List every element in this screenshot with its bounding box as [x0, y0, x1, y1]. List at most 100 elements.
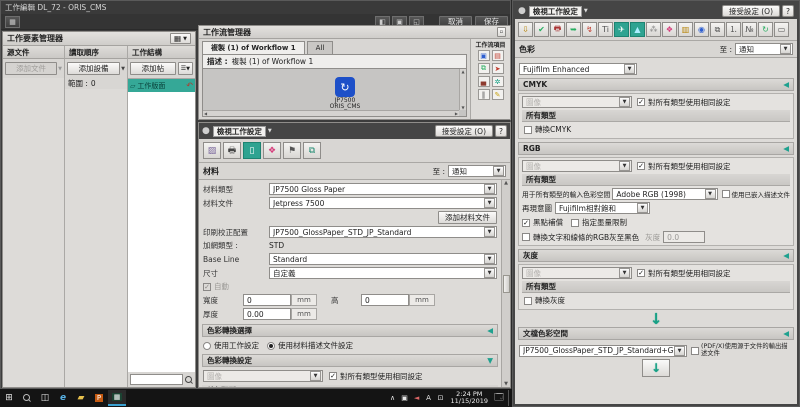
to-dropdown[interactable]: 通知▼	[735, 43, 793, 55]
refresh-icon[interactable]: ↻	[758, 22, 773, 37]
print-page-icon[interactable]: 🖶	[550, 22, 565, 37]
flag-icon[interactable]: ⚑	[283, 142, 301, 159]
material-form-scrollbar[interactable]: ▲▼	[501, 180, 510, 387]
network-icon[interactable]: ▣	[399, 390, 411, 406]
ime-mode-icon[interactable]: ⊡	[435, 390, 447, 406]
use-material-profile-radio[interactable]	[267, 342, 275, 350]
gray-same-for-all-checkbox[interactable]	[637, 269, 645, 277]
job-elements-view-button[interactable]: ▦▼	[170, 33, 191, 44]
structure-view-button[interactable]: ☰▼	[178, 62, 193, 75]
search-icon[interactable]	[185, 376, 193, 384]
gray-threshold-input[interactable]: 0.0	[663, 231, 705, 243]
gray-to-black-checkbox[interactable]	[522, 233, 530, 241]
numbering-icon[interactable]: №	[742, 22, 757, 37]
collapse-left-icon[interactable]: ◀	[783, 329, 789, 338]
material-type-dropdown[interactable]: JP7500 Gloss Paper▼	[269, 183, 497, 195]
chevron-down-icon[interactable]: ▼	[121, 66, 125, 72]
canvas-hscrollbar[interactable]: ◀▶	[203, 110, 459, 116]
inspector-title-badge[interactable]: 檢視工作設定	[213, 126, 266, 137]
add-device-button[interactable]: 添加設備	[67, 62, 120, 75]
convert-gray-checkbox[interactable]	[524, 297, 532, 305]
convert-cmyk-checkbox[interactable]	[524, 126, 532, 134]
show-desktop-button[interactable]	[508, 390, 512, 406]
to-dropdown[interactable]: 通知▼	[448, 165, 506, 177]
apply-down-button[interactable]: ↓	[642, 359, 670, 377]
input-space-dropdown[interactable]: Adobe RGB (1998)▼	[612, 188, 717, 200]
import-icon[interactable]: ⇩	[518, 22, 533, 37]
taskbar-clock[interactable]: 2:24 PM 11/15/2019	[451, 391, 488, 405]
page-red-icon[interactable]: ▤	[492, 50, 504, 61]
thickness-input[interactable]: 0.00	[243, 308, 291, 320]
page-icon[interactable]: ▯	[243, 142, 261, 159]
powerpoint-icon[interactable]: P	[90, 390, 108, 406]
embedded-profile-checkbox[interactable]	[722, 190, 730, 198]
collapse-left-icon[interactable]: ◀	[783, 144, 789, 153]
structure-search-input[interactable]	[130, 374, 183, 385]
curves-icon[interactable]: ↯	[582, 22, 597, 37]
pdfx-checkbox[interactable]	[691, 347, 699, 355]
task-view-icon[interactable]: ◫	[36, 390, 54, 406]
taskbar-search-icon[interactable]	[18, 390, 36, 406]
accept-settings-button[interactable]: 接受設定 (O)	[722, 5, 780, 17]
help-button[interactable]: ?	[495, 125, 507, 137]
color-node-icon[interactable]: ⁂	[646, 22, 661, 37]
workflow-tab-all[interactable]: All	[307, 41, 334, 54]
use-job-settings-radio[interactable]	[203, 342, 211, 350]
material-file-dropdown[interactable]: Jetpress 7500▼	[269, 197, 497, 209]
rgb-type-dropdown[interactable]: 圖像▼	[522, 160, 632, 172]
same-for-all-checkbox[interactable]	[329, 372, 337, 380]
collapse-left-icon[interactable]: ◀	[783, 251, 789, 260]
ime-lang-icon[interactable]: A	[423, 390, 435, 406]
chevron-down-icon[interactable]: ▼	[584, 8, 588, 14]
accept-settings-button[interactable]: 接受設定 (O)	[435, 125, 493, 137]
auto-checkbox[interactable]	[203, 283, 211, 291]
fonts-icon[interactable]: Ti	[598, 22, 613, 37]
printer-icon[interactable]: 🖶	[223, 142, 241, 159]
chevron-down-icon[interactable]: ▼	[268, 128, 272, 134]
pages-green-icon[interactable]: ⧉	[478, 63, 490, 74]
workflow-tab-active[interactable]: 複製 (1) of Workflow 1	[202, 41, 305, 54]
black-point-checkbox[interactable]	[522, 219, 530, 227]
ink-limit-checkbox[interactable]	[571, 219, 579, 227]
workflow-canvas[interactable]: ↻ JP7500 ORIS_CMS ▲▼ ◀▶	[202, 68, 467, 117]
add-signature-button[interactable]: 添加帖	[130, 62, 176, 75]
collapse-left-icon[interactable]: ◀	[487, 326, 493, 335]
collapse-left-icon[interactable]: ◀	[783, 80, 789, 89]
gamut-icon[interactable]: ▲	[630, 22, 645, 37]
add-file-button[interactable]: 添加文件	[5, 62, 57, 75]
rgb-same-for-all-checkbox[interactable]	[637, 162, 645, 170]
intent-dropdown[interactable]: Fujifilm相對飽和▼	[555, 202, 650, 214]
width-input[interactable]: 0	[243, 294, 291, 306]
start-button[interactable]: ⊞	[0, 390, 18, 406]
tray-chevron-icon[interactable]: ∧	[387, 390, 399, 406]
conversion-type-dropdown[interactable]: 圖像▼	[203, 370, 323, 382]
chevron-down-icon[interactable]: ▼	[58, 66, 62, 72]
car-icon[interactable]: ▄	[478, 76, 490, 87]
oris-app-icon[interactable]: ▦	[108, 390, 126, 406]
help-button[interactable]: ?	[782, 5, 794, 17]
gray-type-dropdown[interactable]: 圖像▼	[522, 267, 632, 279]
imposition-icon[interactable]: ✈	[614, 22, 629, 37]
pages-icon[interactable]: ▥	[678, 22, 693, 37]
page-blue-icon[interactable]: ▣	[478, 50, 490, 61]
collate-icon[interactable]: ⧉	[303, 142, 321, 159]
ink-icon[interactable]: ◉	[694, 22, 709, 37]
file-explorer-icon[interactable]: ▰	[72, 390, 90, 406]
canvas-vscrollbar[interactable]: ▲▼	[459, 69, 466, 110]
color-preset-dropdown[interactable]: Fujifilm Enhanced▼	[519, 63, 637, 75]
cmyk-same-for-all-checkbox[interactable]	[637, 98, 645, 106]
preflight-icon[interactable]: ✔	[534, 22, 549, 37]
size-dropdown[interactable]: 自定義▼	[269, 267, 497, 279]
export-page-icon[interactable]: ➥	[566, 22, 581, 37]
add-material-file-button[interactable]: 添加材料文件	[438, 211, 497, 224]
colors-icon[interactable]: ❖	[263, 142, 281, 159]
page-one-icon[interactable]: ⒈	[726, 22, 741, 37]
undo-icon[interactable]: ↶	[186, 81, 193, 90]
gears-teal-icon[interactable]: ✲	[492, 76, 504, 87]
inspector-title-badge[interactable]: 檢視工作設定	[529, 6, 582, 17]
collapse-down-icon[interactable]: ▼	[487, 356, 493, 365]
calibration-dropdown[interactable]: JP7500_GlossPaper_STD_JP_Standard▼	[269, 226, 497, 238]
volume-icon[interactable]: ◄	[411, 390, 423, 406]
cmyk-type-dropdown[interactable]: 圖像▼	[522, 96, 632, 108]
window-titlebar[interactable]: 工作編輯 DL_72 - ORIS_CMS	[1, 1, 510, 14]
